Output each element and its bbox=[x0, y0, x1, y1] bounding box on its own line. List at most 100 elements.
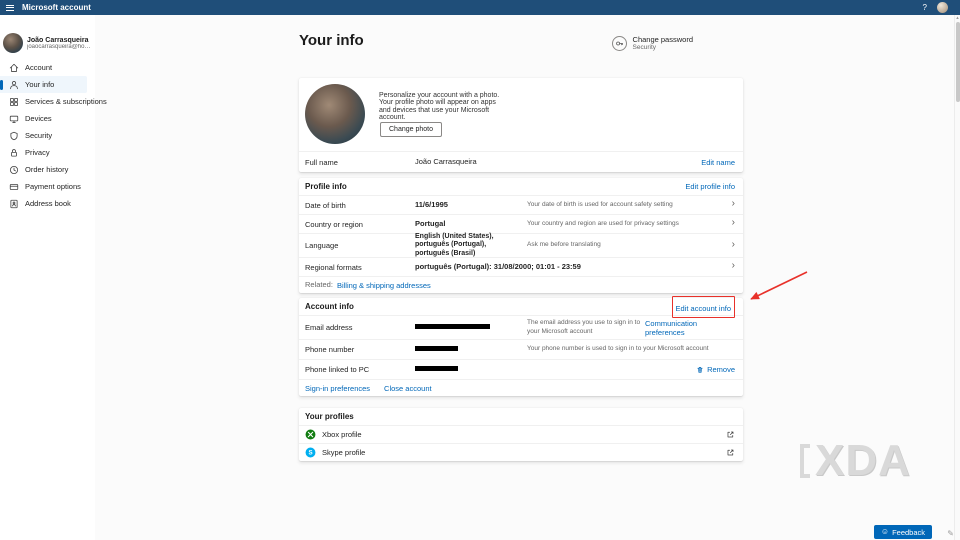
row-note: Your country and region are used for pri… bbox=[527, 219, 679, 227]
row-value: português (Portugal): 31/08/2000; 01:01 … bbox=[415, 261, 581, 271]
sidebar-item-your-info[interactable]: Your info bbox=[0, 76, 87, 93]
sidebar-item-address-book[interactable]: Address book bbox=[0, 195, 87, 212]
microsoft-account-page: Microsoft account ? João Carrasqueira jo… bbox=[0, 0, 960, 540]
sidebar-item-payment-options[interactable]: Payment options bbox=[0, 178, 87, 195]
row-label: Phone linked to PC bbox=[305, 365, 370, 374]
chevron-right-icon: › bbox=[731, 238, 735, 250]
key-icon bbox=[611, 35, 627, 51]
svg-text:S: S bbox=[308, 450, 312, 457]
change-password-title: Change password bbox=[632, 35, 693, 44]
user-name: João Carrasqueira bbox=[27, 36, 89, 44]
remove-link[interactable]: Remove bbox=[707, 365, 735, 374]
skype-profile-row[interactable]: S Skype profile bbox=[299, 443, 743, 461]
change-password-link[interactable]: Change password Security bbox=[611, 35, 693, 51]
xbox-profile-row[interactable]: Xbox profile bbox=[299, 425, 743, 443]
person-icon bbox=[10, 80, 18, 89]
photo-card: Personalize your account with a photo. Y… bbox=[299, 78, 743, 172]
watermark-bracket bbox=[800, 444, 810, 478]
clock-icon bbox=[9, 165, 19, 174]
xbox-icon bbox=[305, 429, 316, 440]
your-profiles-header: Your profiles bbox=[299, 408, 743, 425]
annotation-highlight-box: Edit account info bbox=[671, 295, 735, 318]
change-photo-button[interactable]: Change photo bbox=[380, 122, 442, 137]
user-meta: João Carrasqueira joaocarrasqueira@hotma… bbox=[27, 37, 91, 50]
row-label: Country or region bbox=[305, 219, 363, 229]
menu-icon[interactable] bbox=[6, 4, 14, 11]
photo-description: Personalize your account with a photo. Y… bbox=[379, 92, 500, 121]
apps-grid-icon bbox=[10, 97, 18, 106]
redacted-linked-phone-value bbox=[415, 366, 458, 372]
profile-label: Skype profile bbox=[322, 448, 366, 457]
scrollbar-thumb[interactable] bbox=[956, 22, 960, 102]
user-avatar bbox=[3, 33, 23, 53]
row-note: The email address you use to sign in to … bbox=[527, 319, 641, 335]
phone-number-row: Phone number Your phone number is used t… bbox=[299, 339, 743, 359]
row-note: Ask me before translating bbox=[527, 241, 601, 249]
chevron-right-icon: › bbox=[731, 198, 735, 209]
sidebar-item-services[interactable]: Services & subscriptions bbox=[0, 93, 107, 110]
smiley-icon: ☺ bbox=[880, 527, 890, 536]
sidebar-item-privacy[interactable]: Privacy bbox=[0, 144, 87, 161]
home-icon bbox=[9, 63, 19, 72]
header-avatar[interactable] bbox=[937, 2, 948, 13]
sidebar-item-security[interactable]: Security bbox=[0, 127, 87, 144]
account-info-card: Account info Edit account info Email add… bbox=[299, 295, 743, 396]
row-value: Portugal bbox=[415, 218, 446, 228]
top-header: Microsoft account ? bbox=[0, 0, 960, 15]
related-row: Related: Billing & shipping addresses bbox=[299, 276, 743, 293]
full-name-value: João Carrasqueira bbox=[415, 156, 477, 166]
edit-account-info-link[interactable]: Edit account info bbox=[676, 304, 731, 313]
credit-card-icon bbox=[9, 183, 19, 190]
feedback-label: Feedback bbox=[892, 527, 925, 537]
row-label: Date of birth bbox=[305, 200, 346, 210]
edit-profile-info-link[interactable]: Edit profile info bbox=[685, 182, 735, 191]
watermark-text: XDA bbox=[815, 436, 911, 485]
sidebar-item-account[interactable]: Account bbox=[0, 59, 87, 76]
row-value bbox=[415, 345, 527, 354]
close-account-link[interactable]: Close account bbox=[384, 384, 432, 393]
sidebar-item-order-history[interactable]: Order history bbox=[0, 161, 87, 178]
edit-name-link[interactable]: Edit name bbox=[701, 158, 735, 167]
scrollbar-up-arrow[interactable]: ▴ bbox=[955, 15, 960, 21]
chevron-right-icon: › bbox=[731, 217, 735, 228]
remove-action[interactable]: Remove bbox=[696, 365, 735, 374]
edit-pencil-icon: ✎ bbox=[947, 529, 954, 538]
feedback-button[interactable]: ☺ Feedback bbox=[873, 525, 932, 539]
your-profiles-title: Your profiles bbox=[305, 412, 354, 421]
row-label: Regional formats bbox=[305, 262, 362, 272]
user-email: joaocarrasqueira@hotmail.c... bbox=[27, 43, 91, 50]
annotation-arrow bbox=[750, 271, 808, 300]
row-note: Your phone number is used to sign in to … bbox=[527, 345, 709, 353]
page-title: Your info bbox=[299, 32, 364, 49]
language-row[interactable]: Language English (United States), portug… bbox=[299, 233, 743, 257]
profile-photo[interactable] bbox=[305, 84, 365, 144]
help-icon[interactable]: ? bbox=[923, 3, 927, 12]
sidebar-item-label: Devices bbox=[25, 114, 52, 123]
skype-icon: S bbox=[305, 447, 316, 458]
sign-in-preferences-link[interactable]: Sign-in preferences bbox=[305, 384, 370, 393]
regional-formats-row[interactable]: Regional formats português (Portugal): 3… bbox=[299, 257, 743, 276]
profile-info-header: Profile info Edit profile info bbox=[299, 178, 743, 195]
email-address-row: Email address The email address you use … bbox=[299, 315, 743, 339]
row-value bbox=[415, 365, 527, 374]
main-content: Your info Change password Security Perso… bbox=[299, 15, 743, 540]
full-name-label: Full name bbox=[305, 157, 338, 167]
lock-icon bbox=[11, 148, 17, 157]
profile-info-card: Profile info Edit profile info Date of b… bbox=[299, 178, 743, 293]
sidebar-item-label: Services & subscriptions bbox=[25, 97, 107, 106]
trash-icon bbox=[697, 366, 703, 373]
account-info-header: Account info Edit account info bbox=[299, 295, 743, 318]
communication-preferences-link[interactable]: Communication preferences bbox=[645, 319, 735, 337]
change-password-subtitle: Security bbox=[632, 44, 657, 51]
related-label: Related: bbox=[305, 280, 333, 290]
sidebar-item-devices[interactable]: Devices bbox=[0, 110, 87, 127]
country-region-row[interactable]: Country or region Portugal Your country … bbox=[299, 214, 743, 233]
row-label: Email address bbox=[305, 323, 353, 332]
scrollbar[interactable]: ▴ bbox=[954, 15, 960, 540]
billing-shipping-link[interactable]: Billing & shipping addresses bbox=[337, 281, 431, 290]
date-of-birth-row[interactable]: Date of birth 11/6/1995 Your date of bir… bbox=[299, 195, 743, 214]
chevron-right-icon: › bbox=[731, 260, 735, 271]
devices-icon bbox=[9, 115, 19, 123]
sidebar-item-label: Your info bbox=[25, 80, 55, 89]
row-value bbox=[415, 323, 527, 332]
